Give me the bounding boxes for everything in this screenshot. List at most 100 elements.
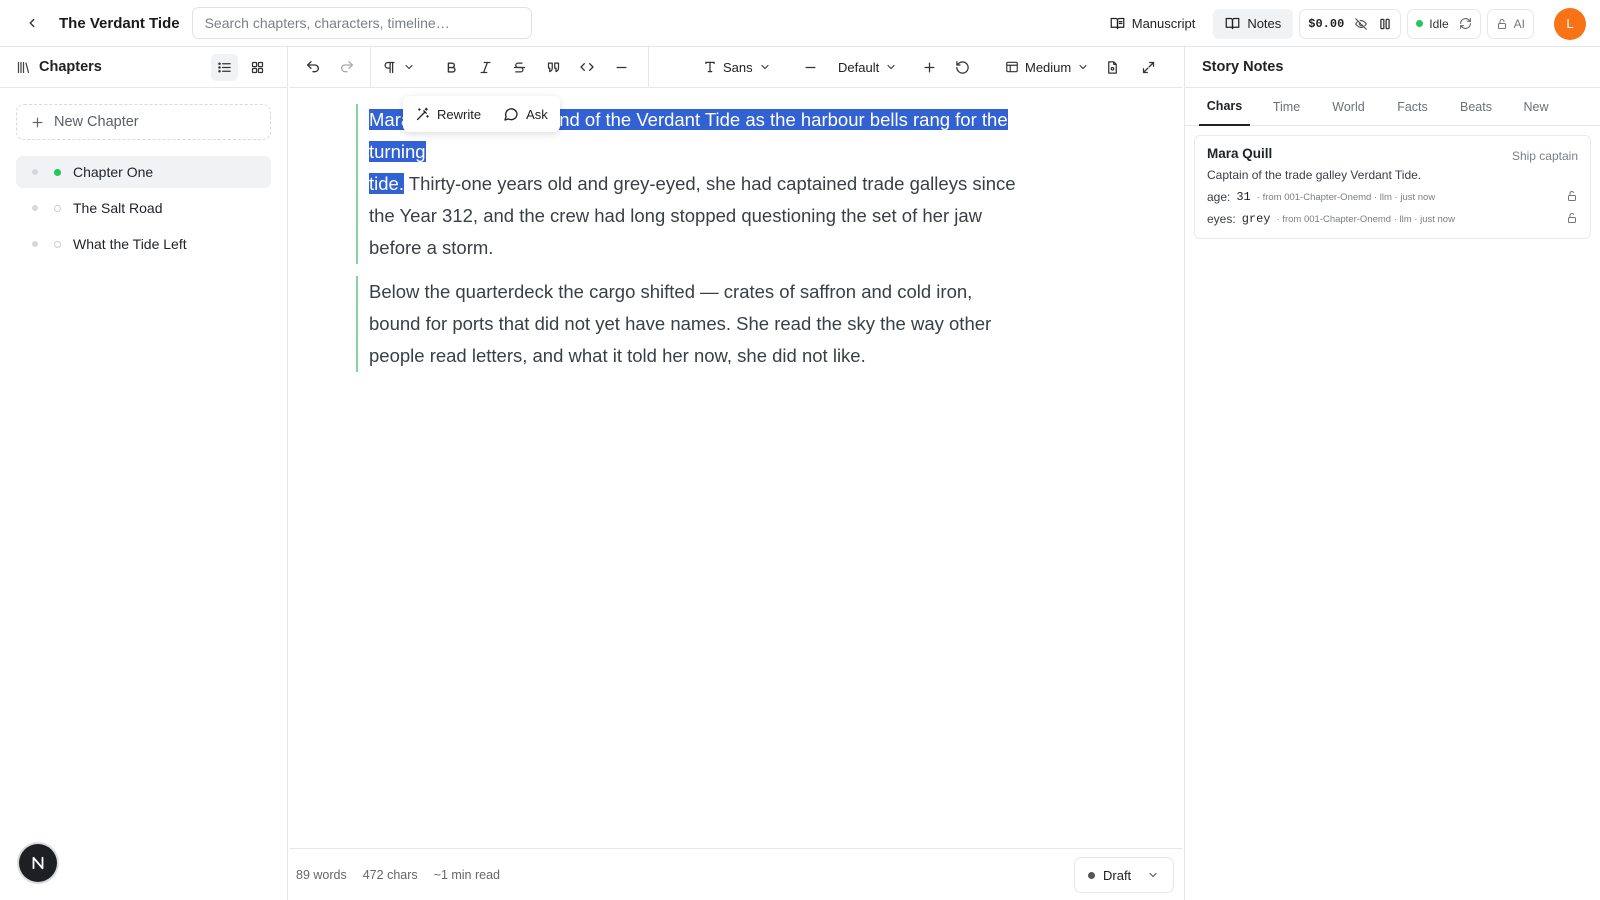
status-label: Idle: [1429, 16, 1449, 31]
quote-button[interactable]: [538, 52, 568, 82]
draft-status-select[interactable]: Draft: [1074, 857, 1174, 893]
bold-button[interactable]: [436, 52, 466, 82]
ask-button[interactable]: Ask: [503, 106, 548, 122]
chevron-left-icon: [29, 18, 35, 28]
book-open-icon: [1110, 17, 1125, 30]
chevron-down-icon: [1149, 872, 1157, 878]
tab-new[interactable]: New: [1501, 88, 1571, 126]
maximize-icon: [1142, 61, 1154, 73]
refresh-icon: [1459, 18, 1471, 29]
chapters-title: Chapters: [39, 59, 102, 75]
tab-beats[interactable]: Beats: [1451, 88, 1501, 126]
n-logo-button[interactable]: [19, 844, 57, 882]
unlock-fact-button[interactable]: [1566, 212, 1578, 224]
story-notes-title: Story Notes: [1185, 47, 1600, 88]
decrease-size-button[interactable]: [795, 52, 825, 82]
list-view-button[interactable]: [211, 54, 238, 81]
drag-handle-icon[interactable]: [32, 169, 38, 175]
paragraph-style-select[interactable]: [382, 52, 415, 82]
grid-view-button[interactable]: [244, 54, 271, 81]
chapter-label: The Salt Road: [73, 200, 163, 216]
tab-facts[interactable]: Facts: [1374, 88, 1451, 126]
fact-key: eyes:: [1207, 212, 1236, 226]
toolbar-divider: [370, 47, 371, 88]
type-icon: [705, 61, 715, 73]
tab-chars[interactable]: Chars: [1199, 88, 1250, 126]
message-circle-icon: [504, 108, 518, 121]
quote-icon: [547, 62, 559, 72]
tab-time[interactable]: Time: [1250, 88, 1323, 126]
eye-off-icon: [1355, 17, 1368, 30]
drag-handle-icon[interactable]: [32, 241, 38, 247]
character-role: Ship captain: [1511, 149, 1578, 163]
read-time: ~1 min read: [433, 867, 500, 882]
selected-text-end[interactable]: tide.: [369, 173, 404, 194]
refresh-button[interactable]: [1459, 17, 1472, 30]
grid-icon: [251, 61, 264, 74]
font-size-label: Default: [838, 59, 880, 75]
fact-value: 31: [1236, 190, 1251, 204]
fact-value: grey: [1241, 212, 1271, 226]
hide-cost-button[interactable]: [1354, 17, 1368, 31]
fact-source: · from 001-Chapter-Onemd · llm · just no…: [1276, 213, 1455, 225]
export-button[interactable]: [1097, 52, 1127, 82]
cost-value: $0.00: [1308, 16, 1345, 31]
back-button[interactable]: [21, 12, 43, 34]
chapters-header: Chapters: [0, 47, 287, 88]
wand-icon: [416, 107, 429, 120]
font-size-select[interactable]: Default: [838, 52, 897, 82]
rewrite-label: Rewrite: [437, 106, 482, 122]
code-icon: [580, 63, 594, 71]
horizontal-rule-button[interactable]: [606, 52, 636, 82]
character-description: Captain of the trade galley Verdant Tide…: [1207, 168, 1422, 182]
fact-row: eyes: grey · from 001-Chapter-Onemd · ll…: [1207, 212, 1578, 226]
new-chapter-label: New Chapter: [54, 114, 139, 130]
font-family-select[interactable]: Sans: [703, 52, 771, 82]
notes-button[interactable]: Notes: [1213, 8, 1294, 39]
chevron-down-icon: [1079, 64, 1087, 70]
character-card[interactable]: Mara Quill Ship captain Captain of the t…: [1194, 135, 1591, 239]
chapter-item[interactable]: The Salt Road: [16, 192, 271, 224]
drag-handle-icon[interactable]: [32, 205, 38, 211]
ai-button[interactable]: AI: [1486, 8, 1534, 39]
width-label: Medium: [1025, 59, 1072, 75]
reset-format-button[interactable]: [947, 52, 977, 82]
chapter-label: Chapter One: [73, 164, 154, 180]
fullscreen-button[interactable]: [1133, 52, 1163, 82]
search-input[interactable]: [191, 7, 532, 39]
unlock-fact-button[interactable]: [1566, 190, 1578, 202]
font-family-label: Sans: [723, 59, 753, 75]
plus-icon: [924, 62, 934, 72]
rotate-ccw-icon: [955, 60, 969, 74]
document-body[interactable]: Mara Quill took command of the Verdant T…: [289, 88, 1183, 848]
tab-world[interactable]: World: [1323, 88, 1374, 126]
width-select[interactable]: Medium: [1005, 52, 1089, 82]
layout-icon: [1006, 61, 1018, 73]
strikethrough-button[interactable]: [504, 52, 534, 82]
undo-icon: [307, 61, 319, 73]
rewrite-button[interactable]: Rewrite: [415, 107, 481, 122]
chapters-sidebar: Chapters New Chapter Chapter One The Sal…: [0, 47, 288, 900]
notes-tabs: Chars Time World Facts Beats New: [1185, 88, 1600, 126]
avatar[interactable]: L: [1554, 7, 1586, 40]
paragraph-2[interactable]: Below the quarterdeck the cargo shifted …: [356, 276, 1028, 372]
status-pill: Idle: [1407, 8, 1481, 39]
chapter-item[interactable]: What the Tide Left: [16, 228, 271, 260]
new-chapter-button[interactable]: New Chapter: [16, 104, 271, 140]
manuscript-button[interactable]: Manuscript: [1098, 9, 1208, 39]
increase-size-button[interactable]: [914, 52, 944, 82]
status-dot: [1416, 20, 1424, 27]
italic-button[interactable]: [470, 52, 500, 82]
columns-button[interactable]: [1378, 17, 1392, 31]
status-dot-icon: [54, 168, 61, 176]
chapter-item[interactable]: Chapter One: [16, 156, 271, 188]
columns-icon: [1380, 18, 1391, 29]
code-button[interactable]: [572, 52, 602, 82]
redo-button[interactable]: [332, 52, 362, 82]
editor-footer: 89 words 472 chars ~1 min read Draft: [289, 848, 1183, 900]
undo-button[interactable]: [298, 52, 328, 82]
status-dot-icon: [54, 240, 61, 248]
strikethrough-icon: [513, 62, 525, 72]
chevron-down-icon: [887, 64, 895, 70]
draft-dot-icon: [1088, 871, 1095, 879]
